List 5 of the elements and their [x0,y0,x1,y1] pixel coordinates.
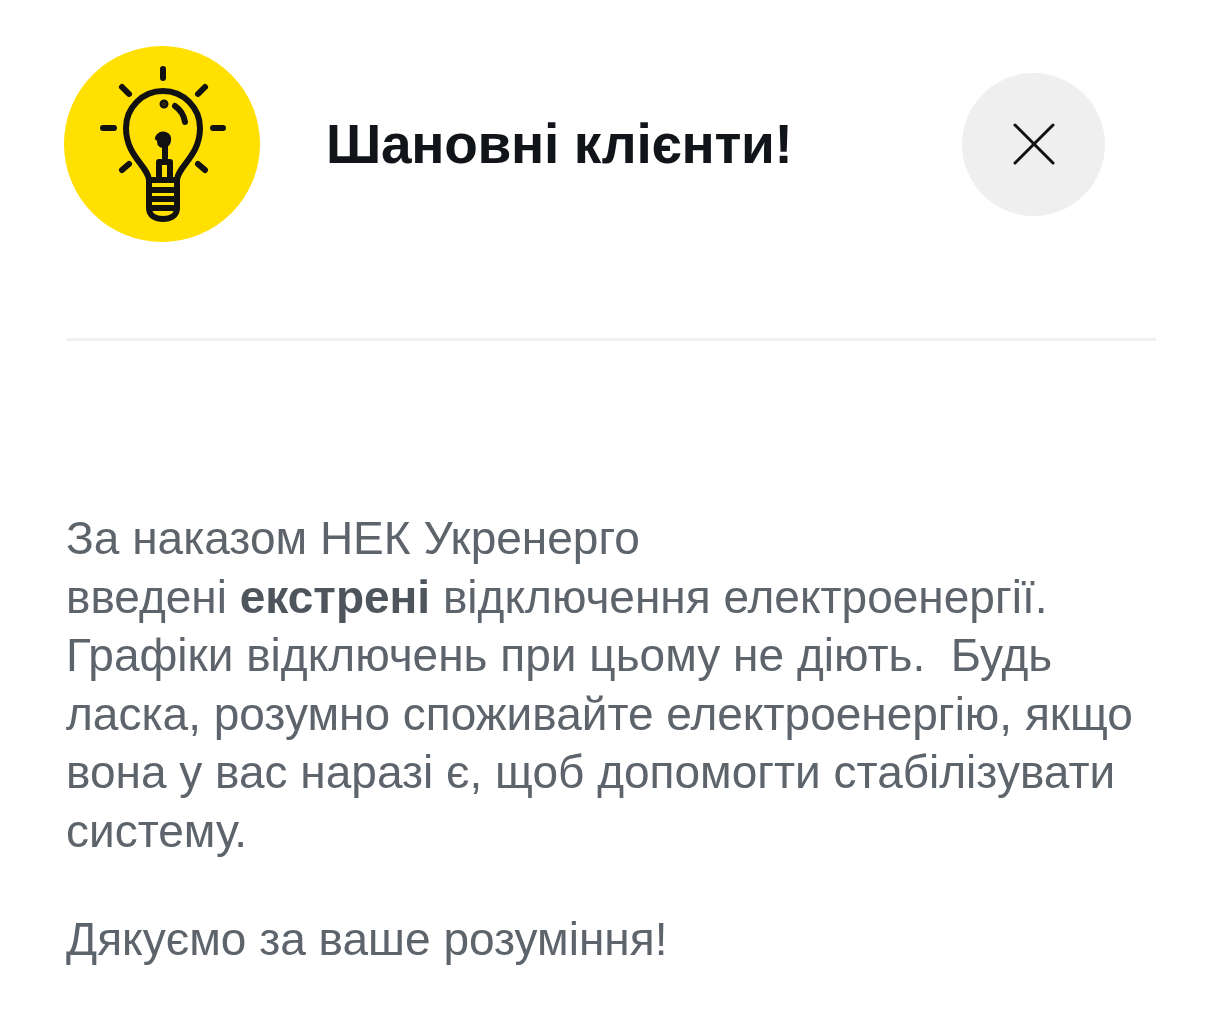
lightbulb-icon [64,46,260,242]
close-icon [1012,123,1055,165]
message-paragraph: Дякуємо за ваше розуміння! [66,912,669,967]
dialog-title: Шановні клієнти! [326,112,794,176]
message-paragraph: За наказом НЕК Укренерго введені екстрені відключення електроенергії. Графіки відключень при цьому не діють. Будь ласка, розумно споживайте електроенергію, якщо вона у вас наразі є, щоб допомогти стабілізувати систему. [66,511,1134,859]
